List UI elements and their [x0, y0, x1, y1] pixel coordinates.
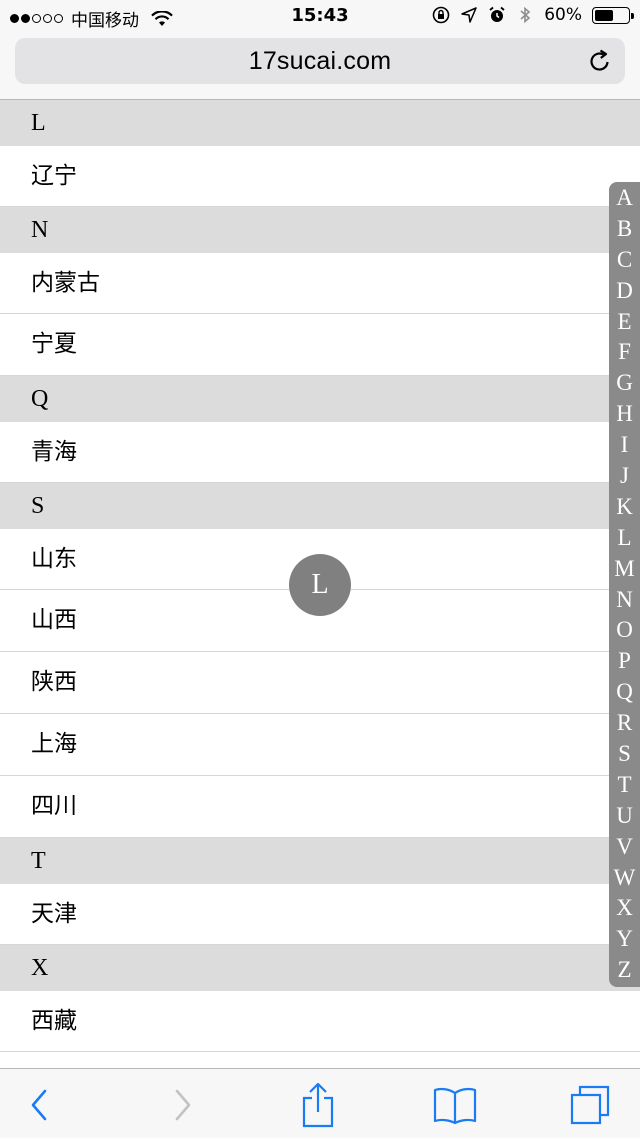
- index-letter-i[interactable]: I: [609, 430, 640, 461]
- index-letter-m[interactable]: M: [609, 554, 640, 585]
- list-item[interactable]: 西藏: [0, 991, 640, 1052]
- index-letter-y[interactable]: Y: [609, 924, 640, 955]
- back-button[interactable]: [15, 1083, 65, 1127]
- list-item[interactable]: 陕西: [0, 652, 640, 714]
- index-letter-w[interactable]: W: [609, 863, 640, 894]
- rotation-lock-icon: [432, 6, 450, 24]
- alphabet-index-bar[interactable]: ABCDEFGHIJKLMNOPQRSTUVWXYZ: [609, 182, 640, 987]
- section-header-s: S: [0, 483, 640, 529]
- share-button[interactable]: [293, 1082, 343, 1128]
- list-item[interactable]: 宁夏: [0, 314, 640, 376]
- index-letter-g[interactable]: G: [609, 368, 640, 399]
- tabs-icon: [570, 1085, 610, 1125]
- list-item[interactable]: 辽宁: [0, 146, 640, 207]
- list-item[interactable]: 青海: [0, 422, 640, 483]
- address-bar[interactable]: 17sucai.com: [15, 38, 625, 84]
- index-letter-p[interactable]: P: [609, 646, 640, 677]
- list-item[interactable]: 天津: [0, 884, 640, 945]
- list-item[interactable]: 四川: [0, 776, 640, 838]
- index-letter-d[interactable]: D: [609, 276, 640, 307]
- reload-icon[interactable]: [587, 48, 613, 74]
- index-letter-e[interactable]: E: [609, 307, 640, 338]
- index-letter-o[interactable]: O: [609, 615, 640, 646]
- index-letter-h[interactable]: H: [609, 399, 640, 430]
- index-letter-t[interactable]: T: [609, 770, 640, 801]
- index-letter-c[interactable]: C: [609, 245, 640, 276]
- list-item[interactable]: 内蒙古: [0, 253, 640, 314]
- back-icon: [31, 1089, 47, 1121]
- index-letter-x[interactable]: X: [609, 893, 640, 924]
- battery-level-fill: [595, 9, 613, 21]
- address-bar-area: 17sucai.com: [0, 34, 640, 100]
- index-letter-a[interactable]: A: [609, 183, 640, 214]
- section-header-t: T: [0, 838, 640, 884]
- location-icon: [461, 7, 477, 23]
- section-header-x: X: [0, 945, 640, 991]
- section-header-q: Q: [0, 376, 640, 422]
- list-item[interactable]: 上海: [0, 714, 640, 776]
- tabs-button[interactable]: [565, 1083, 615, 1127]
- battery-percentage: 60%: [544, 5, 582, 25]
- bookmarks-icon: [433, 1087, 477, 1125]
- index-letter-n[interactable]: N: [609, 585, 640, 616]
- index-letter-l[interactable]: L: [609, 523, 640, 554]
- section-header-l: L: [0, 100, 640, 146]
- status-right: 60%: [432, 5, 634, 25]
- index-letter-s[interactable]: S: [609, 739, 640, 770]
- share-icon: [302, 1082, 334, 1128]
- phone-screen: 中国移动 15:43 60% 17sucai.com L 辽宁 N 内蒙古 宁夏…: [0, 0, 640, 1138]
- index-letter-f[interactable]: F: [609, 337, 640, 368]
- forward-icon: [175, 1089, 191, 1121]
- battery-icon: [592, 6, 634, 24]
- bluetooth-icon: [520, 6, 531, 24]
- index-letter-b[interactable]: B: [609, 214, 640, 245]
- index-letter-u[interactable]: U: [609, 801, 640, 832]
- forward-button[interactable]: [157, 1083, 207, 1127]
- index-letter-q[interactable]: Q: [609, 677, 640, 708]
- url-text[interactable]: 17sucai.com: [15, 47, 625, 76]
- index-letter-z[interactable]: Z: [609, 955, 640, 986]
- index-letter-j[interactable]: J: [609, 461, 640, 492]
- index-letter-k[interactable]: K: [609, 492, 640, 523]
- index-indicator-bubble: L: [289, 554, 351, 616]
- index-letter-v[interactable]: V: [609, 832, 640, 863]
- alarm-icon: [489, 6, 505, 22]
- battery-cap: [631, 12, 634, 19]
- section-header-n: N: [0, 207, 640, 253]
- status-bar: 中国移动 15:43 60%: [0, 0, 640, 34]
- bookmarks-button[interactable]: [430, 1083, 480, 1127]
- browser-toolbar: [0, 1068, 640, 1138]
- index-letter-r[interactable]: R: [609, 708, 640, 739]
